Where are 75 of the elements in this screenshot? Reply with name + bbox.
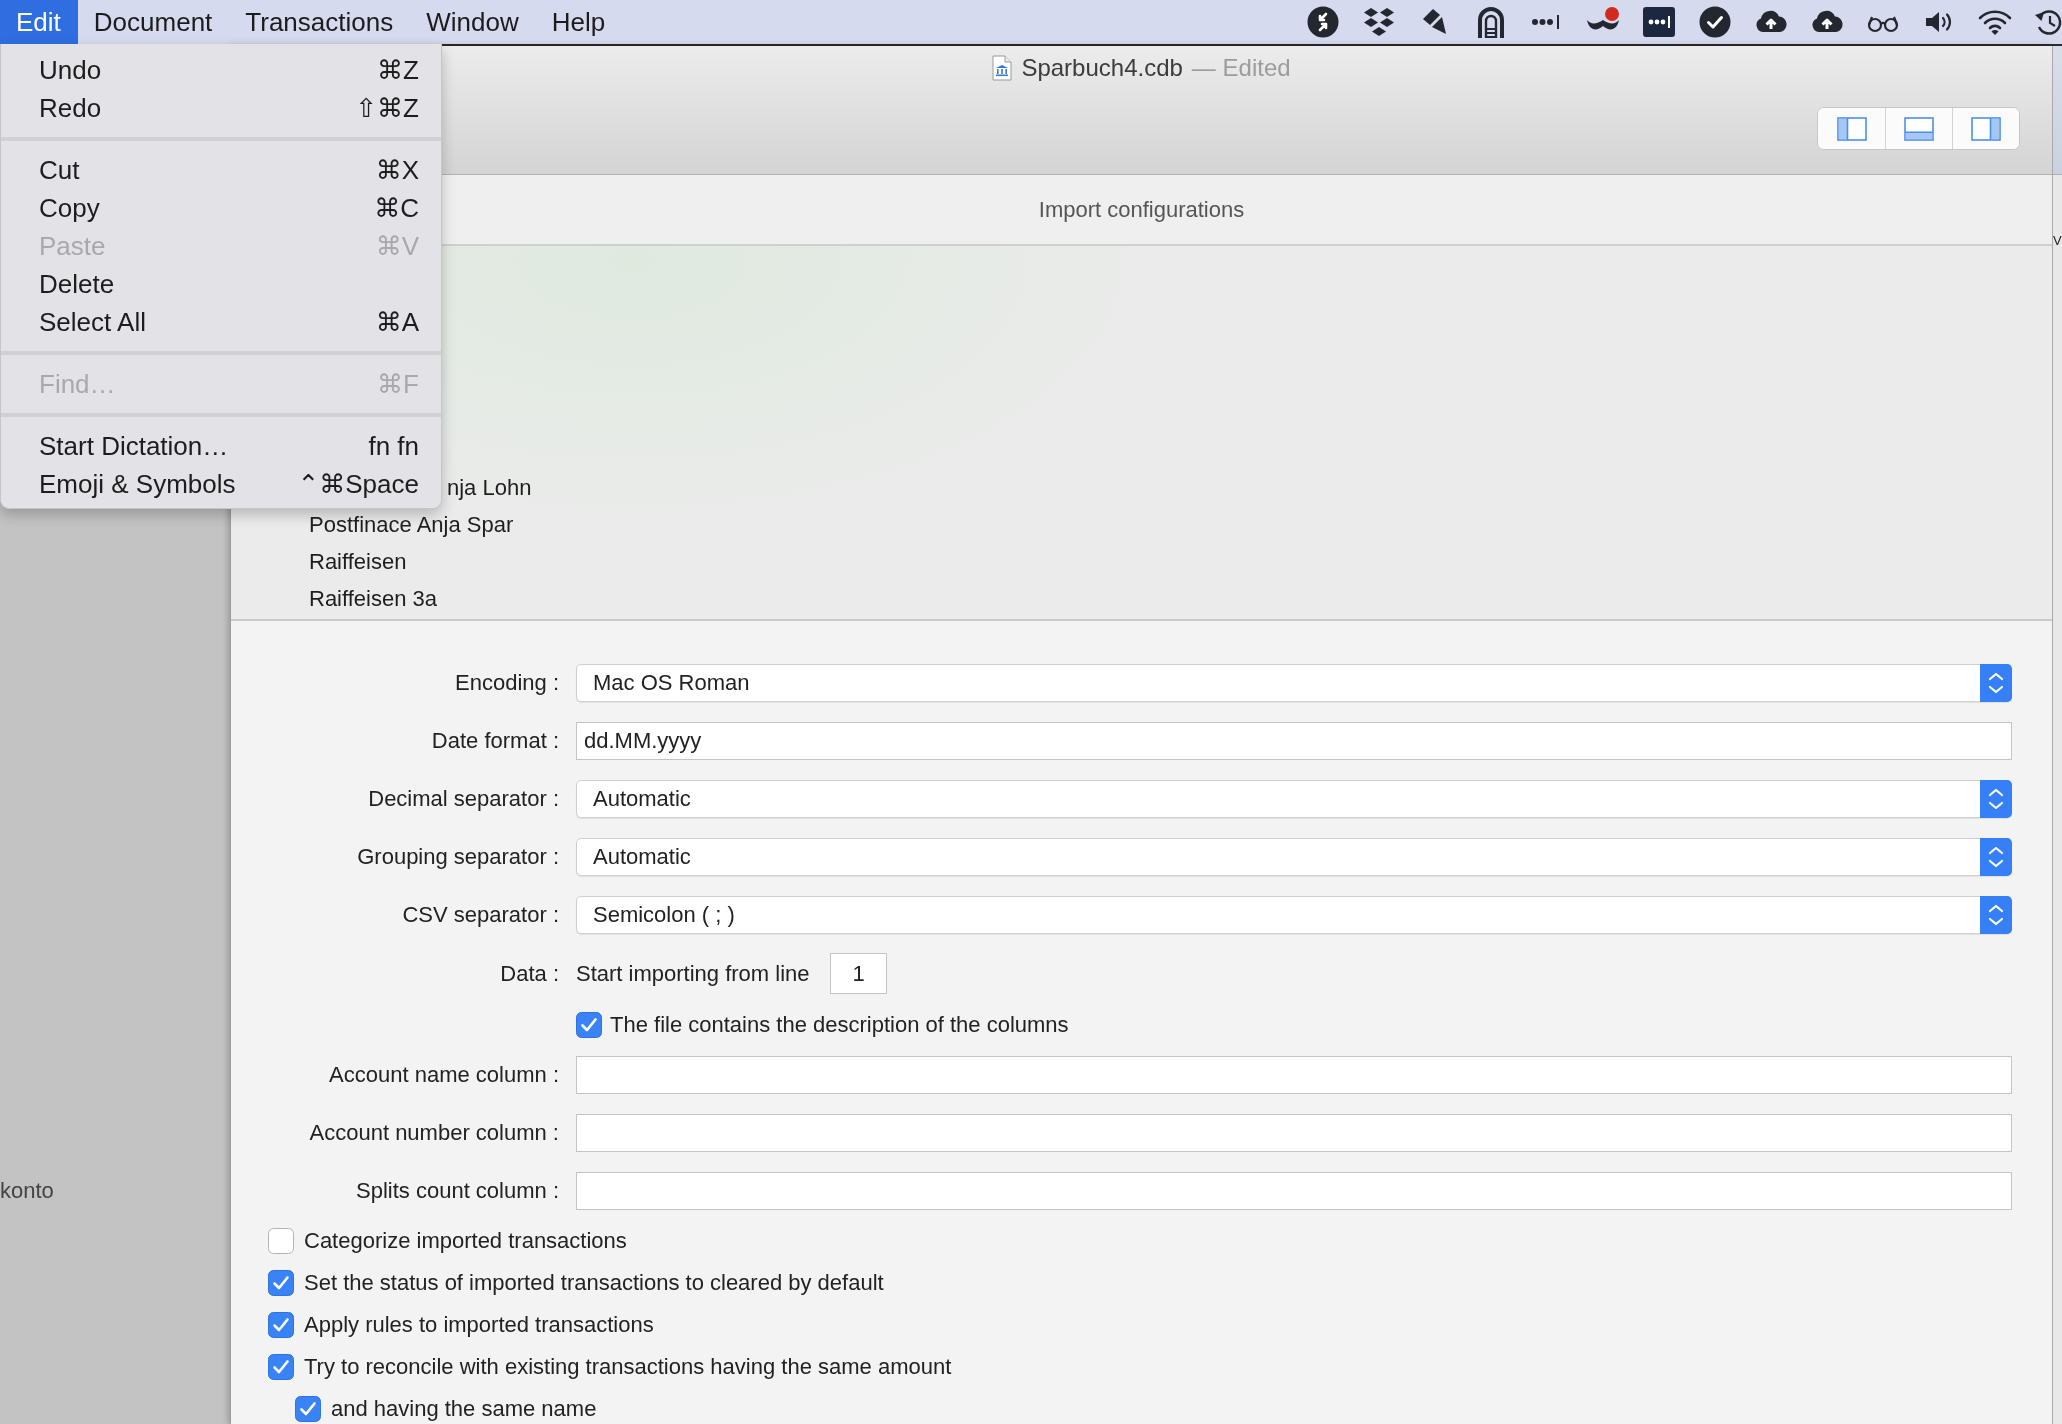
up-down-chevrons-icon [1980, 896, 2012, 934]
menu-item[interactable]: Copy ⌘C [1, 189, 441, 227]
text-field[interactable] [576, 1056, 2012, 1094]
field-label: Account number column : [309, 1120, 559, 1146]
menu-item[interactable]: Emoji & Symbols ⌃⌘Space [1, 465, 441, 503]
text-field[interactable] [576, 1114, 2012, 1152]
menu-bar-item[interactable]: Edit [0, 0, 78, 44]
checkbox[interactable] [268, 1228, 294, 1254]
keyboard-shortcut: ⌘A [375, 306, 419, 338]
checkbox[interactable] [268, 1312, 294, 1338]
checkbox-label: Apply rules to imported transactions [304, 1312, 654, 1338]
bank-document-icon [992, 55, 1013, 81]
popup-button[interactable]: Automatic [576, 780, 2012, 818]
right-panel-icon [1971, 116, 2001, 141]
up-down-chevrons-icon [1980, 780, 2012, 818]
checkbox[interactable] [576, 1012, 602, 1038]
menu-item[interactable]: Redo ⇧⌘Z [1, 89, 441, 127]
window-title: Sparbuch4.cdb [1021, 54, 1183, 82]
checkbox-label: Set the status of imported transactions to cleared by default [304, 1270, 884, 1296]
field-label: Encoding : [455, 670, 559, 696]
checkbox-label: and having the same name [331, 1396, 597, 1422]
text-field[interactable] [576, 1172, 2012, 1210]
menu-bar-item[interactable]: Transactions [229, 0, 411, 44]
panel-title: Import configurations [1038, 196, 1245, 223]
field-label: Decimal separator : [368, 786, 559, 812]
diamonds-icon[interactable] [1362, 5, 1396, 39]
left-panel-icon [1836, 116, 1867, 141]
keyboard-shortcut: ⌃⌘Space [297, 468, 419, 500]
configuration-item[interactable]: nja Lohn [441, 474, 538, 501]
keyboard-shortcut: ⌘X [375, 154, 419, 186]
field-label: Date format : [431, 728, 559, 754]
circle-arrows-icon[interactable] [1306, 5, 1340, 39]
menu-item[interactable]: Delete [1, 265, 441, 303]
menu-item[interactable]: Cut ⌘X [1, 151, 441, 189]
dots-square-icon[interactable] [1642, 5, 1676, 39]
menu-item[interactable]: Select All ⌘A [1, 303, 441, 341]
checkbox[interactable] [268, 1354, 294, 1380]
menu-bar-item[interactable]: Help [535, 0, 623, 44]
popup-button[interactable]: Mac OS Roman [576, 664, 2012, 702]
menu-item[interactable]: Undo ⌘Z [1, 51, 441, 89]
up-down-chevrons-icon [1980, 664, 2012, 702]
field-label: Splits count column : [356, 1178, 559, 1204]
field-label: Data : [500, 960, 559, 987]
popup-button[interactable]: Semicolon ( ; ) [576, 896, 2012, 934]
field-label: CSV separator : [402, 902, 559, 928]
bottom-panel-icon [1904, 116, 1934, 141]
edited-status: — Edited [1191, 54, 1291, 82]
menu-item[interactable]: Start Dictation… fn fn [1, 427, 441, 465]
menu-bar-item[interactable]: Document [77, 0, 230, 44]
keyboard-shortcut: ⌘V [375, 230, 419, 262]
description-text: Start importing from line [576, 960, 810, 987]
sidebar-item[interactable]: konto [0, 1178, 54, 1204]
field-label: Grouping separator : [357, 844, 559, 870]
keyboard-shortcut: ⌘F [377, 368, 419, 400]
checkbox-label: Try to reconcile with existing transactions having the same amount [304, 1354, 952, 1380]
keyboard-shortcut: ⌘Z [377, 54, 419, 86]
window-text: V [2053, 233, 2062, 249]
menu-bar-item[interactable]: Window [410, 0, 536, 44]
configuration-item[interactable]: Postfinace Anja Spar [303, 511, 520, 538]
popup-button[interactable]: Automatic [576, 838, 2012, 876]
up-down-chevrons-icon [1980, 838, 2012, 876]
checkbox[interactable] [268, 1270, 294, 1296]
right-panel-button[interactable] [1952, 108, 2019, 149]
checkbox-label: The file contains the description of the columns [610, 1012, 1069, 1038]
check-circle-icon[interactable] [1698, 5, 1732, 39]
text-field[interactable]: dd.MM.yyyy [576, 722, 2012, 760]
field-label: Account name column : [329, 1062, 559, 1088]
configuration-item[interactable]: Raiffeisen [303, 548, 413, 575]
configuration-item[interactable]: Raiffeisen 3a [303, 585, 443, 612]
keyboard-shortcut: fn fn [368, 430, 419, 462]
keyboard-shortcut: ⇧⌘Z [355, 92, 419, 124]
number-field[interactable]: 1 [829, 953, 887, 994]
keyboard-shortcut: ⌘C [374, 192, 419, 224]
checkbox[interactable] [295, 1396, 321, 1422]
checkbox-label: Categorize imported transactions [304, 1228, 627, 1254]
